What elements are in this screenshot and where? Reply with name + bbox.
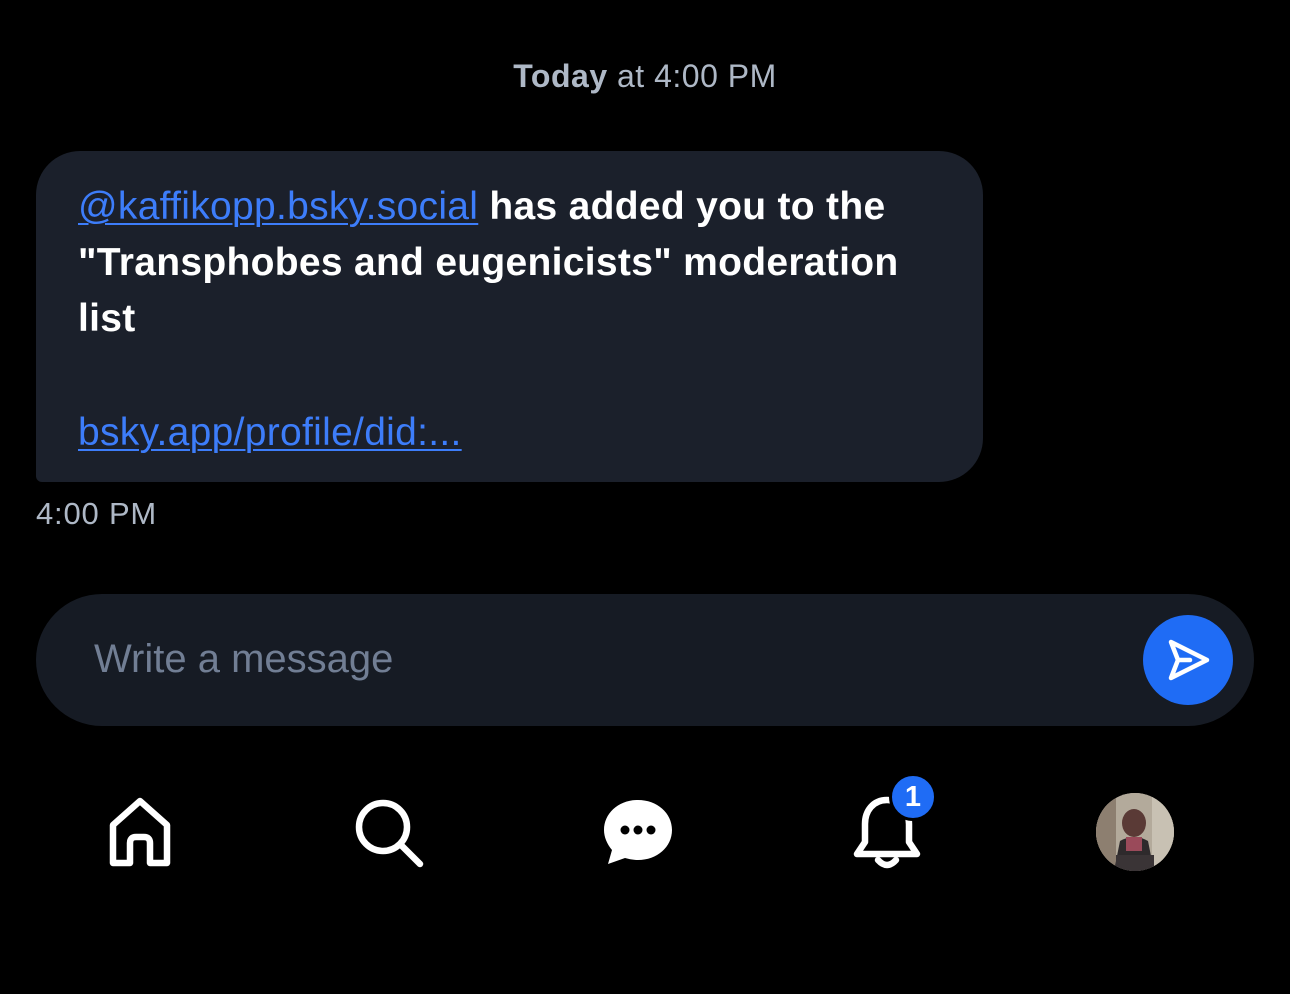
message-text: @kaffikopp.bsky.social has added you to … [78,179,941,347]
mention-link[interactable]: @kaffikopp.bsky.social [78,185,478,228]
home-icon [109,797,171,867]
send-icon [1168,639,1210,681]
message-composer [36,594,1254,726]
message-bubble: @kaffikopp.bsky.social has added you to … [36,151,983,482]
notification-badge: 1 [889,773,937,821]
send-button[interactable] [1143,615,1233,705]
search-icon [355,799,424,868]
avatar[interactable] [1096,793,1174,871]
message-input[interactable] [94,628,1124,690]
message-timestamp: 4:00 PM [36,496,158,531]
chat-screen: Today at 4:00 PM @kaffikopp.bsky.social … [0,0,1290,994]
date-header-day: Today [513,58,608,94]
date-header: Today at 4:00 PM [0,58,1290,95]
avatar-image [1096,793,1174,871]
chat-bubble-icon [604,800,672,864]
tab-home[interactable] [98,790,182,874]
tab-chat[interactable] [596,790,680,874]
profile-link[interactable]: bsky.app/profile/did:... [78,405,462,461]
tab-search[interactable] [346,790,430,874]
date-header-time: at 4:00 PM [617,58,777,94]
